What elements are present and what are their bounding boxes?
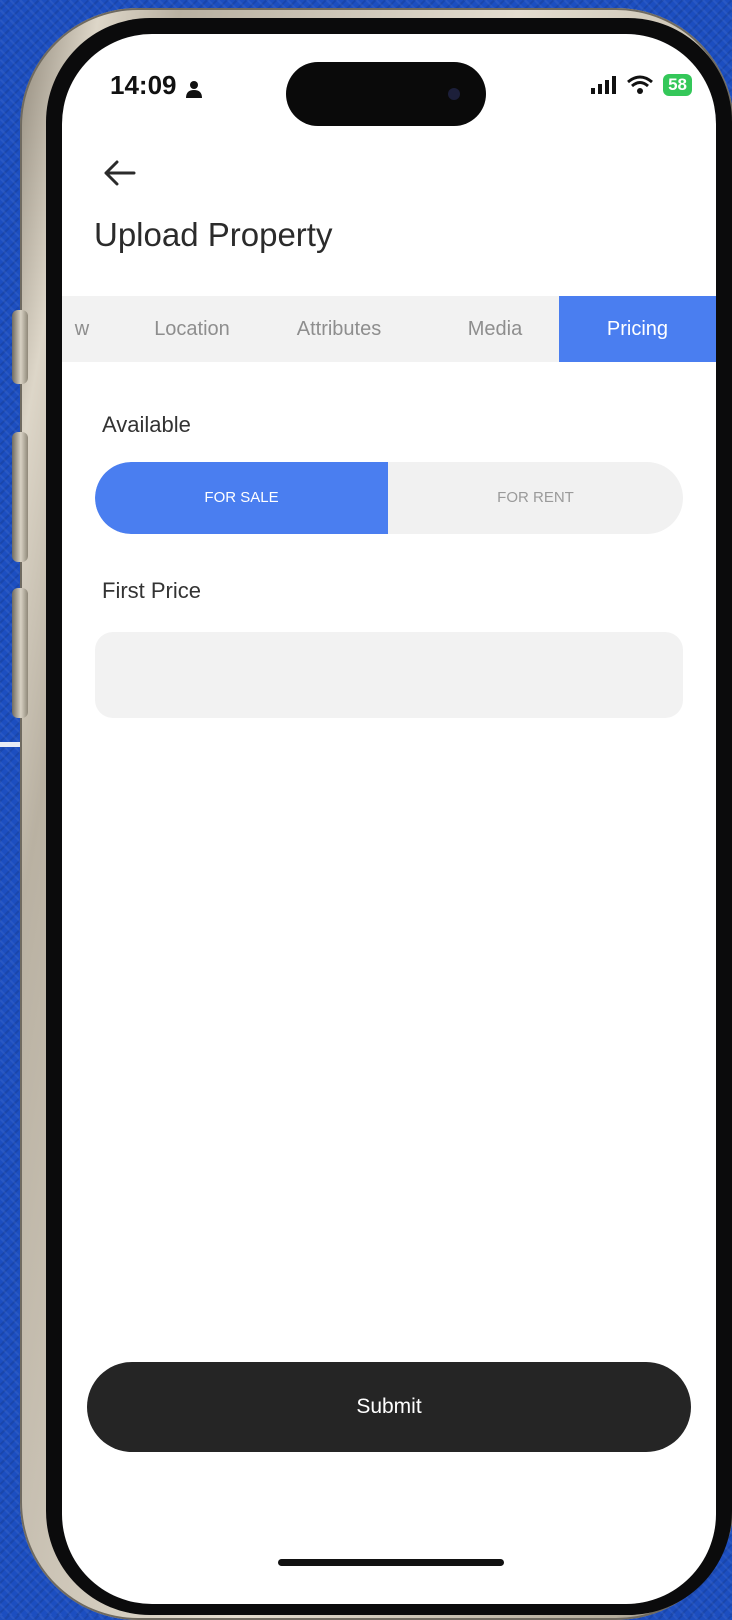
phone-screen: 14:09 58 Upload Property w Location Attr… (62, 34, 716, 1604)
volume-up-button (12, 432, 28, 562)
tab-overview[interactable]: w (62, 296, 102, 362)
tab-pricing[interactable]: Pricing (559, 296, 716, 362)
camera-dot (448, 88, 460, 100)
battery-indicator: 58 (663, 74, 692, 96)
dynamic-island (286, 62, 486, 126)
submit-button[interactable]: Submit (87, 1362, 691, 1452)
tab-attributes[interactable]: Attributes (274, 296, 404, 362)
status-time: 14:09 (110, 70, 177, 100)
tab-location[interactable]: Location (132, 296, 252, 362)
available-label: Available (102, 412, 191, 437)
person-icon (186, 81, 202, 98)
tab-media[interactable]: Media (440, 296, 550, 362)
first-price-input[interactable] (95, 632, 683, 718)
first-price-label: First Price (102, 578, 201, 603)
volume-down-button (12, 588, 28, 718)
status-icons: 58 (591, 74, 692, 96)
tab-bar: w Location Attributes Media Pricing (62, 296, 716, 362)
for-rent-option[interactable]: FOR RENT (388, 462, 683, 534)
wifi-icon (627, 75, 654, 94)
action-button (12, 310, 28, 384)
back-arrow-icon[interactable] (102, 158, 136, 188)
for-sale-option[interactable]: FOR SALE (95, 462, 388, 534)
page-title: Upload Property (94, 216, 333, 253)
listing-type-toggle: FOR SALE FOR RENT (95, 462, 683, 534)
signal-icon (591, 76, 617, 94)
home-indicator[interactable] (278, 1559, 504, 1566)
